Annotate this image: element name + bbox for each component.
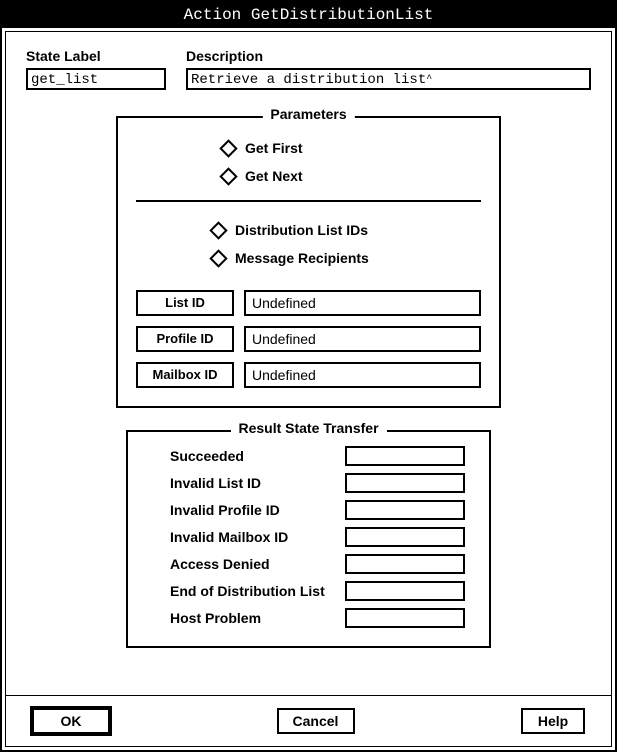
parameters-legend: Parameters [262, 106, 354, 122]
result-field-access-denied[interactable] [345, 554, 465, 574]
result-label: Succeeded [170, 448, 345, 464]
cancel-button[interactable]: Cancel [277, 708, 355, 734]
result-field-end-of-list[interactable] [345, 581, 465, 601]
state-label-input[interactable]: get_list [26, 68, 166, 90]
result-field-invalid-mailbox-id[interactable] [345, 527, 465, 547]
result-label: End of Distribution List [170, 583, 345, 599]
mailbox-id-row: Mailbox ID Undefined [136, 362, 481, 388]
radio-get-next[interactable]: Get Next [136, 162, 481, 190]
list-id-row: List ID Undefined [136, 290, 481, 316]
diamond-icon [209, 249, 227, 267]
result-invalid-mailbox-id: Invalid Mailbox ID [170, 527, 465, 547]
result-field-invalid-profile-id[interactable] [345, 500, 465, 520]
button-bar: OK Cancel Help [6, 695, 611, 746]
window-title: Action GetDistributionList [184, 6, 434, 24]
diamond-icon [219, 139, 237, 157]
radio-get-first[interactable]: Get First [136, 134, 481, 162]
profile-id-label[interactable]: Profile ID [136, 326, 234, 352]
result-end-of-distribution-list: End of Distribution List [170, 581, 465, 601]
titlebar: Action GetDistributionList [2, 2, 615, 28]
result-invalid-list-id: Invalid List ID [170, 473, 465, 493]
id-rows: List ID Undefined Profile ID Undefined M… [136, 290, 481, 388]
result-access-denied: Access Denied [170, 554, 465, 574]
result-invalid-profile-id: Invalid Profile ID [170, 500, 465, 520]
mailbox-id-value[interactable]: Undefined [244, 362, 481, 388]
result-label: Host Problem [170, 610, 345, 626]
list-id-value[interactable]: Undefined [244, 290, 481, 316]
result-field-invalid-list-id[interactable] [345, 473, 465, 493]
parameters-group: Parameters Get First Get Next D [116, 116, 501, 408]
result-host-problem: Host Problem [170, 608, 465, 628]
description-caption: Description [186, 48, 591, 64]
result-label: Invalid Mailbox ID [170, 529, 345, 545]
dialog-content: State Label get_list Description Retriev… [2, 28, 615, 750]
diamond-icon [209, 221, 227, 239]
state-label-caption: State Label [26, 48, 166, 64]
list-id-label[interactable]: List ID [136, 290, 234, 316]
parameters-divider [136, 200, 481, 202]
diamond-icon [219, 167, 237, 185]
profile-id-value[interactable]: Undefined [244, 326, 481, 352]
radio-label: Get Next [245, 168, 395, 184]
result-legend: Result State Transfer [230, 420, 386, 436]
description-field: Description Retrieve a distribution list… [186, 48, 591, 90]
result-label: Access Denied [170, 556, 345, 572]
state-label-field: State Label get_list [26, 48, 166, 90]
radio-label: Message Recipients [235, 250, 405, 266]
radio-label: Distribution List IDs [235, 222, 405, 238]
result-field-succeeded[interactable] [345, 446, 465, 466]
result-succeeded: Succeeded [170, 446, 465, 466]
description-input[interactable]: Retrieve a distribution list^ [186, 68, 591, 90]
radio-label: Get First [245, 140, 395, 156]
radio-distribution-list-ids[interactable]: Distribution List IDs [136, 216, 481, 244]
ok-button[interactable]: OK [32, 708, 110, 734]
profile-id-row: Profile ID Undefined [136, 326, 481, 352]
result-field-host-problem[interactable] [345, 608, 465, 628]
radio-message-recipients[interactable]: Message Recipients [136, 244, 481, 272]
result-state-transfer-group: Result State Transfer Succeeded Invalid … [126, 430, 491, 648]
result-label: Invalid Profile ID [170, 502, 345, 518]
top-fields-row: State Label get_list Description Retriev… [26, 48, 591, 90]
mailbox-id-label[interactable]: Mailbox ID [136, 362, 234, 388]
help-button[interactable]: Help [521, 708, 585, 734]
dialog-window: Action GetDistributionList State Label g… [0, 0, 617, 752]
result-label: Invalid List ID [170, 475, 345, 491]
